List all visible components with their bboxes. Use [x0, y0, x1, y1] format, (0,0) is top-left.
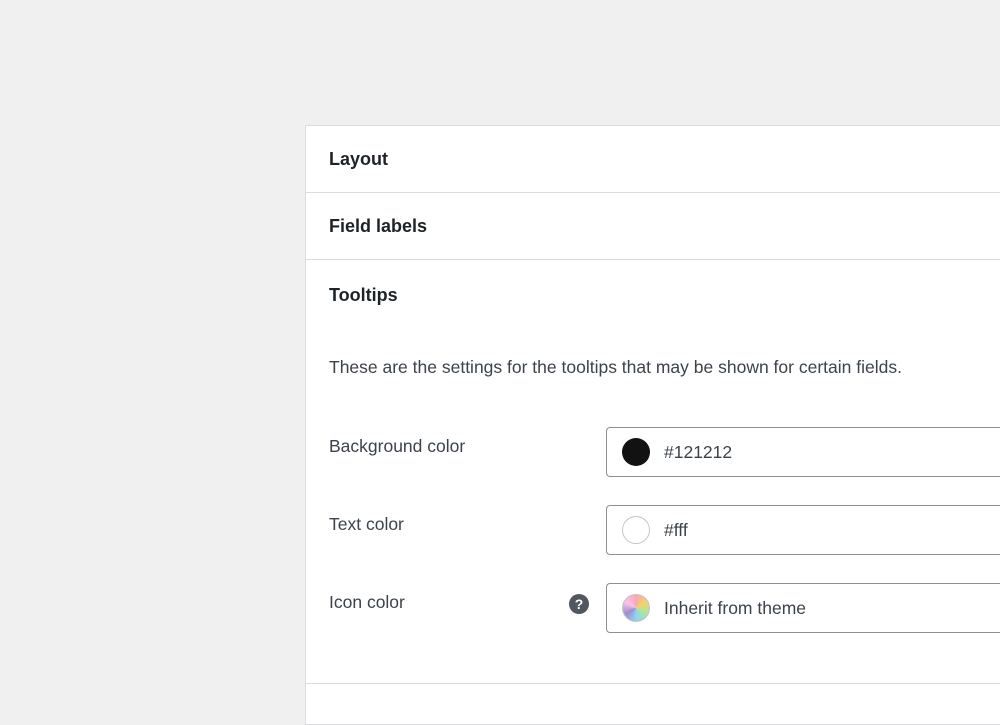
background-color-field[interactable]: #121212	[606, 427, 1000, 477]
help-icon[interactable]: ?	[569, 594, 589, 614]
section-tooltips: Tooltips These are the settings for the …	[306, 260, 1000, 684]
section-layout[interactable]: Layout	[306, 126, 1000, 193]
icon-color-label: Icon color	[329, 592, 405, 612]
help-icon-glyph: ?	[574, 596, 584, 612]
settings-panel: Layout Field labels Tooltips These are t…	[305, 125, 1000, 725]
text-color-field[interactable]: #fff	[606, 505, 1000, 555]
section-tooltips-title[interactable]: Tooltips	[306, 260, 1000, 306]
background-color-label: Background color	[329, 436, 466, 456]
section-field-labels[interactable]: Field labels	[306, 193, 1000, 260]
icon-color-swatch[interactable]	[622, 594, 650, 622]
icon-color-value: Inherit from theme	[664, 597, 806, 618]
section-field-labels-title: Field labels	[329, 215, 428, 236]
text-color-value: #fff	[664, 519, 688, 540]
section-layout-title: Layout	[329, 148, 389, 169]
text-color-label: Text color	[329, 514, 404, 534]
section-divider	[306, 683, 1000, 684]
tooltips-description: These are the settings for the tooltips …	[329, 357, 902, 377]
background-color-swatch[interactable]	[622, 438, 650, 466]
icon-color-field[interactable]: Inherit from theme	[606, 583, 1000, 633]
text-color-swatch[interactable]	[622, 516, 650, 544]
background-color-value: #121212	[664, 441, 733, 462]
